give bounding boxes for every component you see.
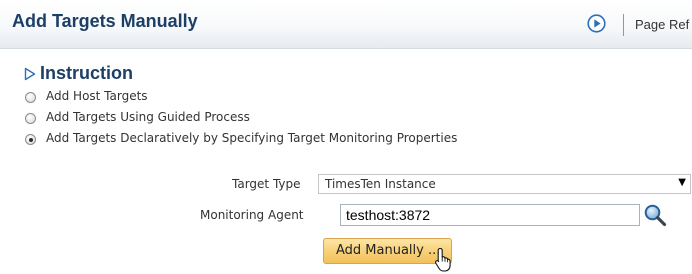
target-type-select[interactable]: TimesTen Instance ▼ [318, 174, 691, 194]
target-type-value: TimesTen Instance [325, 177, 436, 191]
play-circle-icon[interactable] [587, 14, 606, 33]
radio-label: Add Targets Declaratively by Specifying … [46, 131, 458, 145]
monitoring-agent-input[interactable] [340, 204, 640, 226]
page-refresh-link[interactable]: Page Ref [635, 17, 689, 32]
mouse-pointer-icon [435, 247, 451, 272]
header-bar: Add Targets Manually Page Ref [0, 0, 692, 49]
radio-button[interactable] [25, 113, 36, 124]
target-type-label: Target Type [232, 177, 301, 191]
instruction-title: Instruction [40, 63, 133, 83]
disclosure-triangle-icon[interactable] [24, 67, 36, 81]
radio-label: Add Targets Using Guided Process [46, 110, 250, 124]
radio-button[interactable] [25, 92, 36, 103]
magnifier-icon[interactable] [643, 203, 667, 227]
monitoring-agent-label: Monitoring Agent [200, 208, 304, 222]
radio-button-selected[interactable] [25, 134, 36, 145]
add-manually-button[interactable]: Add Manually ... [323, 238, 452, 264]
page-title: Add Targets Manually [12, 11, 198, 31]
dropdown-arrow-icon[interactable]: ▼ [678, 177, 686, 188]
radio-label: Add Host Targets [46, 89, 148, 103]
header-separator [623, 14, 624, 36]
